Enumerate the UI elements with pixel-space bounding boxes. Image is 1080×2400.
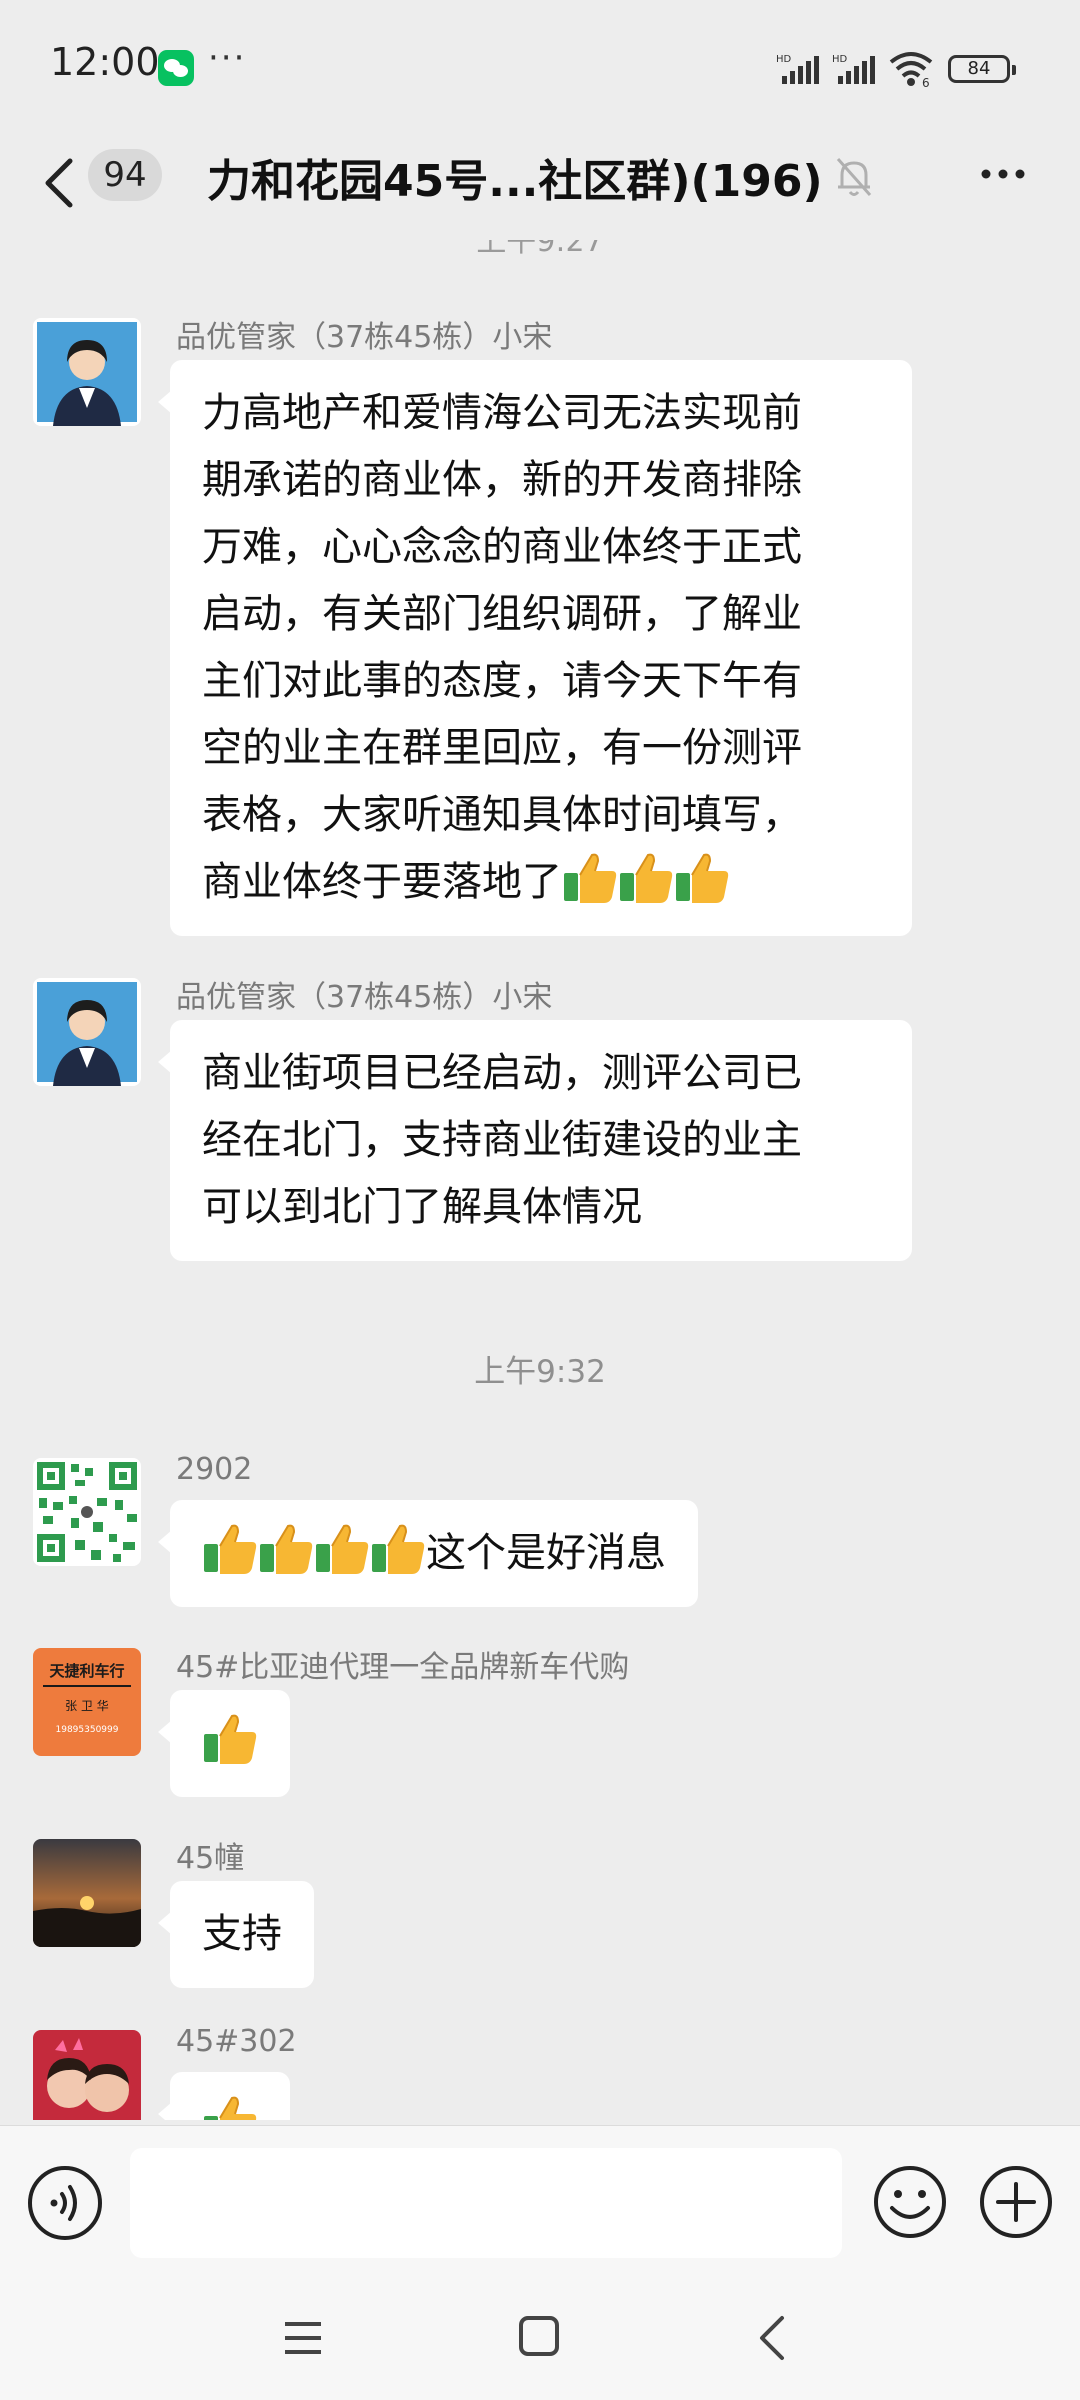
- message-list[interactable]: 上午9:27 品优管家（37栋45栋）小宋 力高地产和爱情海公司无法实现前 期承…: [0, 240, 1080, 2120]
- sender-name: 品优管家（37栋45栋）小宋: [176, 980, 553, 1015]
- message-bubble[interactable]: 支持: [158, 1881, 314, 1988]
- status-bar: 12:00 ··· HD HD 6 84: [0, 0, 1080, 135]
- signal-hd-label: HD: [776, 54, 792, 65]
- message-line: 力高地产和爱情海公司无法实现前: [202, 390, 802, 436]
- avatar-text-line: 张 卫 华: [65, 1699, 109, 1713]
- wifi-icon: 6: [888, 50, 934, 88]
- message-bubble[interactable]: 力高地产和爱情海公司无法实现前 期承诺的商业体，新的开发商排除 万难，心心念念的…: [158, 360, 912, 936]
- message-bubble[interactable]: [158, 1690, 290, 1797]
- input-bar: [0, 2125, 1080, 2280]
- avatar-text-line: 天捷利车行: [49, 1662, 124, 1680]
- message-line: 期承诺的商业体，新的开发商排除: [202, 457, 802, 503]
- message-line: 商业体终于要落地了: [202, 849, 880, 916]
- thumbs-up-icon: [204, 2096, 257, 2120]
- message-line: 商业街项目已经启动，测评公司已: [202, 1050, 802, 1096]
- message-line: 经在北门，支持商业街建设的业主: [202, 1117, 802, 1163]
- thumbs-up-group: [202, 1714, 258, 1766]
- signal-icon: HD: [776, 52, 822, 88]
- message-line: 启动，有关部门组织调研，了解业: [202, 591, 802, 637]
- message-line: 表格，大家听通知具体时间填写，: [202, 792, 802, 838]
- svg-text:6: 6: [922, 76, 930, 88]
- back-icon[interactable]: [38, 153, 82, 213]
- avatar-text-line: 19895350999: [56, 1725, 119, 1735]
- avatar-icon[interactable]: [33, 1839, 141, 1947]
- thumbs-up-icon: [260, 1524, 313, 1574]
- thumbs-up-icon: [204, 1524, 257, 1574]
- message-line: 主们对此事的态度，请今天下午有: [202, 658, 802, 704]
- voice-icon[interactable]: [28, 2166, 102, 2240]
- signal-icon: HD: [832, 52, 878, 88]
- avatar-icon[interactable]: [33, 2030, 141, 2120]
- thumbs-up-icon: [204, 1714, 257, 1764]
- time-separator: 上午9:32: [474, 1354, 606, 1390]
- battery-icon: 84: [948, 55, 1016, 83]
- message-line: 万难，心心念念的商业体终于正式: [202, 524, 802, 570]
- thumbs-up-icon: [316, 1524, 369, 1574]
- more-icon[interactable]: [978, 159, 1028, 189]
- sender-name: 45#302: [176, 2024, 297, 2059]
- sender-name: 2902: [176, 1452, 253, 1487]
- sender-name: 45幢: [176, 1841, 245, 1876]
- avatar-icon[interactable]: 天捷利车行 张 卫 华 19895350999: [33, 1648, 141, 1756]
- system-navigation-bar: [0, 2280, 1080, 2400]
- thumbs-up-icon: [564, 853, 617, 903]
- message-bubble[interactable]: 这个是好消息: [158, 1500, 698, 1607]
- wechat-notification-icon: [158, 50, 194, 86]
- avatar-icon[interactable]: [33, 1458, 141, 1566]
- unread-count-badge[interactable]: 94: [88, 149, 162, 201]
- thumbs-up-icon: [676, 853, 729, 903]
- message-line: 空的业主在群里回应，有一份测评: [202, 725, 802, 771]
- avatar-icon[interactable]: [33, 978, 141, 1086]
- message-input[interactable]: [130, 2148, 842, 2258]
- message-bubble[interactable]: [158, 2072, 290, 2120]
- message-bubble[interactable]: 商业街项目已经启动，测评公司已 经在北门，支持商业街建设的业主 可以到北门了解具…: [158, 1020, 912, 1261]
- mute-icon: [836, 158, 872, 196]
- back-icon[interactable]: [754, 2312, 790, 2364]
- chat-header: 94 力和花园45号...社区群)(196): [0, 135, 1080, 240]
- message-line: 可以到北门了解具体情况: [202, 1184, 642, 1230]
- sender-name: 45#比亚迪代理一全品牌新车代购: [176, 1650, 630, 1685]
- message-text: 支持: [202, 1911, 282, 1957]
- sender-name: 品优管家（37栋45栋）小宋: [176, 320, 553, 355]
- menu-icon[interactable]: [283, 2318, 323, 2358]
- message-text: 这个是好消息: [426, 1530, 666, 1576]
- message-line-text: 商业体终于要落地了: [202, 859, 562, 905]
- emoji-icon[interactable]: [872, 2164, 948, 2240]
- avatar-icon[interactable]: [33, 318, 141, 426]
- signal-hd-label: HD: [832, 54, 848, 65]
- thumbs-up-icon: [372, 1524, 425, 1574]
- more-notifications-icon: ···: [208, 38, 247, 78]
- chat-title[interactable]: 力和花园45号...社区群)(196): [207, 145, 823, 209]
- thumbs-up-group: [202, 1524, 426, 1576]
- thumbs-up-group: [562, 853, 730, 905]
- home-icon[interactable]: [519, 2316, 559, 2356]
- status-time: 12:00: [50, 40, 160, 84]
- thumbs-up-icon: [620, 853, 673, 903]
- cut-off-time-label: 上午9:27: [476, 240, 604, 259]
- thumbs-up-group: [202, 2096, 258, 2120]
- plus-icon[interactable]: [978, 2164, 1054, 2240]
